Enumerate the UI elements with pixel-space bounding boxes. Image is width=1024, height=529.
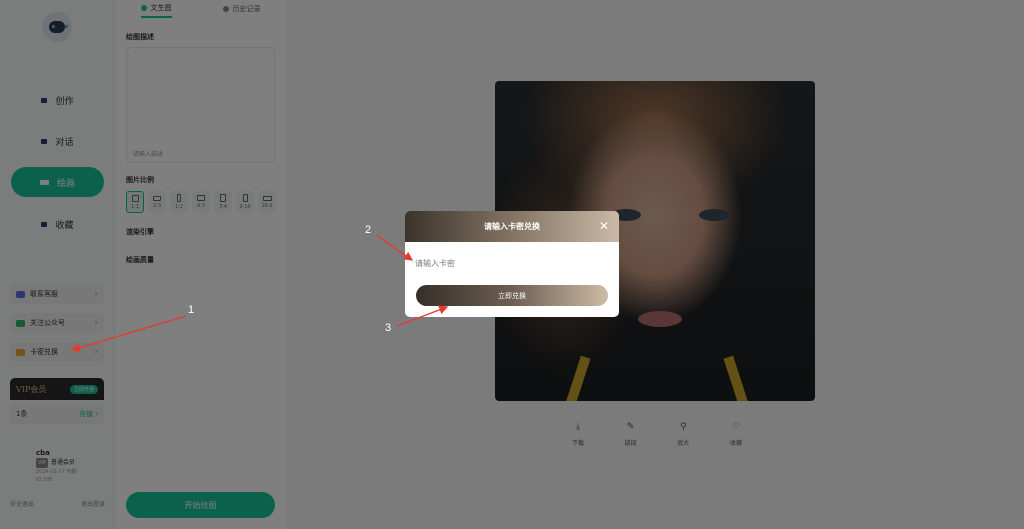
dialog-title: 请输入卡密兑换 [484,222,540,231]
annotation-number: 2 [365,224,372,236]
annotation-number: 1 [188,304,195,316]
card-code-input[interactable] [415,255,605,271]
close-icon[interactable]: ✕ [599,219,609,233]
annotation-number: 3 [385,322,392,334]
dialog-header: 请输入卡密兑换 ✕ [405,211,619,242]
redeem-button[interactable]: 立即兑换 [416,285,608,306]
redeem-dialog: 请输入卡密兑换 ✕ 立即兑换 [405,211,619,317]
